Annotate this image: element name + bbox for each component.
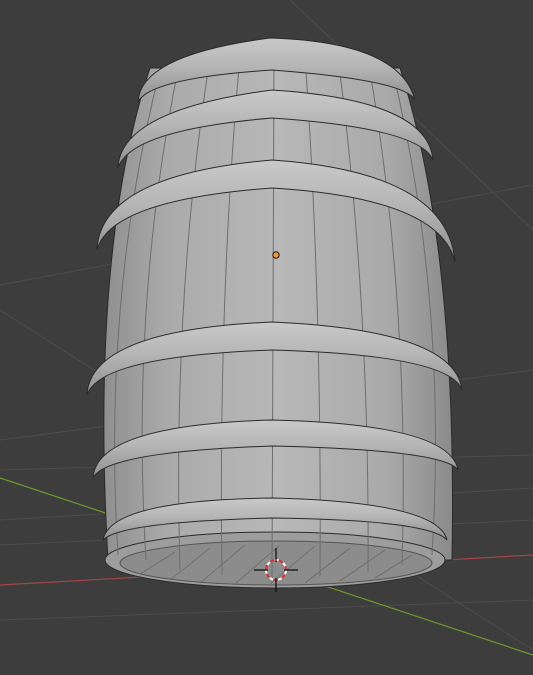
viewport-canvas[interactable] (0, 0, 533, 675)
3d-viewport[interactable] (0, 0, 533, 675)
object-origin-icon (272, 251, 280, 259)
barrel-mesh[interactable] (86, 37, 463, 589)
barrel-body (103, 67, 454, 561)
